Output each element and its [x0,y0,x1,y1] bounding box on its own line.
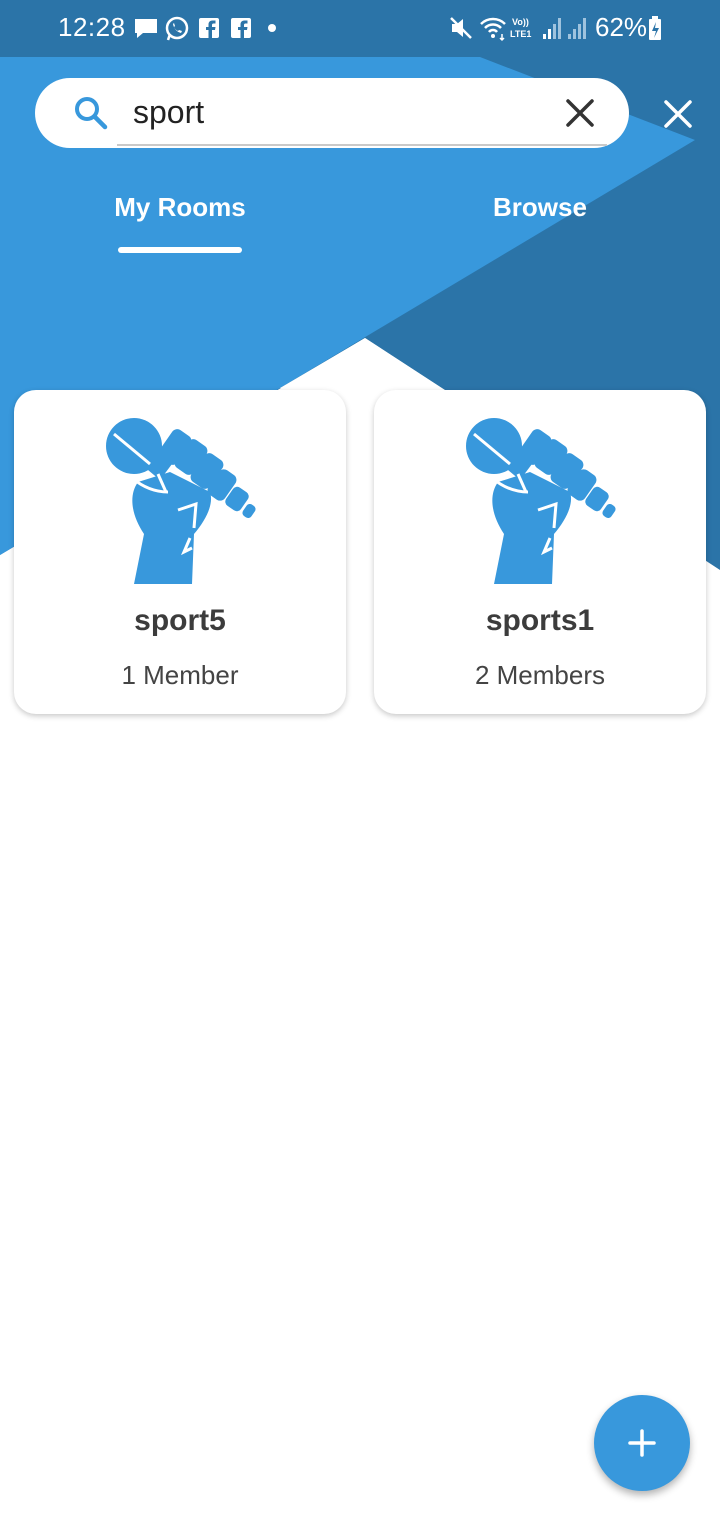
tab-label: Browse [493,192,587,222]
microphone-fist-icon [466,418,616,584]
search-icon[interactable] [73,95,109,131]
lte-icon: Vo)) LTE1 [510,17,531,39]
status-bar: 12:28 Vo)) LTE1 62% [0,0,720,57]
search-underline [117,144,607,146]
tab-browse[interactable]: Browse [450,192,630,252]
close-icon[interactable] [657,93,699,135]
clear-search-icon[interactable] [559,92,601,134]
room-member-count: 1 Member [121,660,239,690]
dot-icon [268,24,276,32]
mute-icon [450,17,472,39]
room-card[interactable]: sport5 1 Member [14,390,346,714]
svg-text:LTE1: LTE1 [510,29,531,39]
facebook-icon [199,18,219,38]
room-name: sport5 [134,604,226,637]
signal-icon [568,18,586,39]
tab-label: My Rooms [114,192,246,222]
app-screen: 12:28 Vo)) LTE1 62% sport My Rooms Brows… [0,0,720,1520]
room-name: sports1 [485,604,595,637]
battery-percentage: 62% [595,12,648,42]
plus-icon [628,1429,656,1457]
wifi-icon [480,17,506,42]
search-input[interactable] [133,88,543,136]
room-member-count: 2 Members [474,660,606,690]
facebook-icon [231,18,251,38]
room-card[interactable]: sports1 2 Members [374,390,706,714]
tab-my-rooms[interactable]: My Rooms [90,192,270,252]
microphone-fist-icon [106,418,256,584]
signal-icon [543,18,561,39]
status-time: 12:28 [58,12,126,42]
message-icon [135,19,157,38]
whatsapp-icon [165,16,189,41]
search-bar [35,78,629,148]
add-room-button[interactable] [594,1395,690,1491]
battery-icon [649,16,661,40]
svg-text:Vo)): Vo)) [512,17,529,27]
active-tab-indicator [118,247,242,253]
